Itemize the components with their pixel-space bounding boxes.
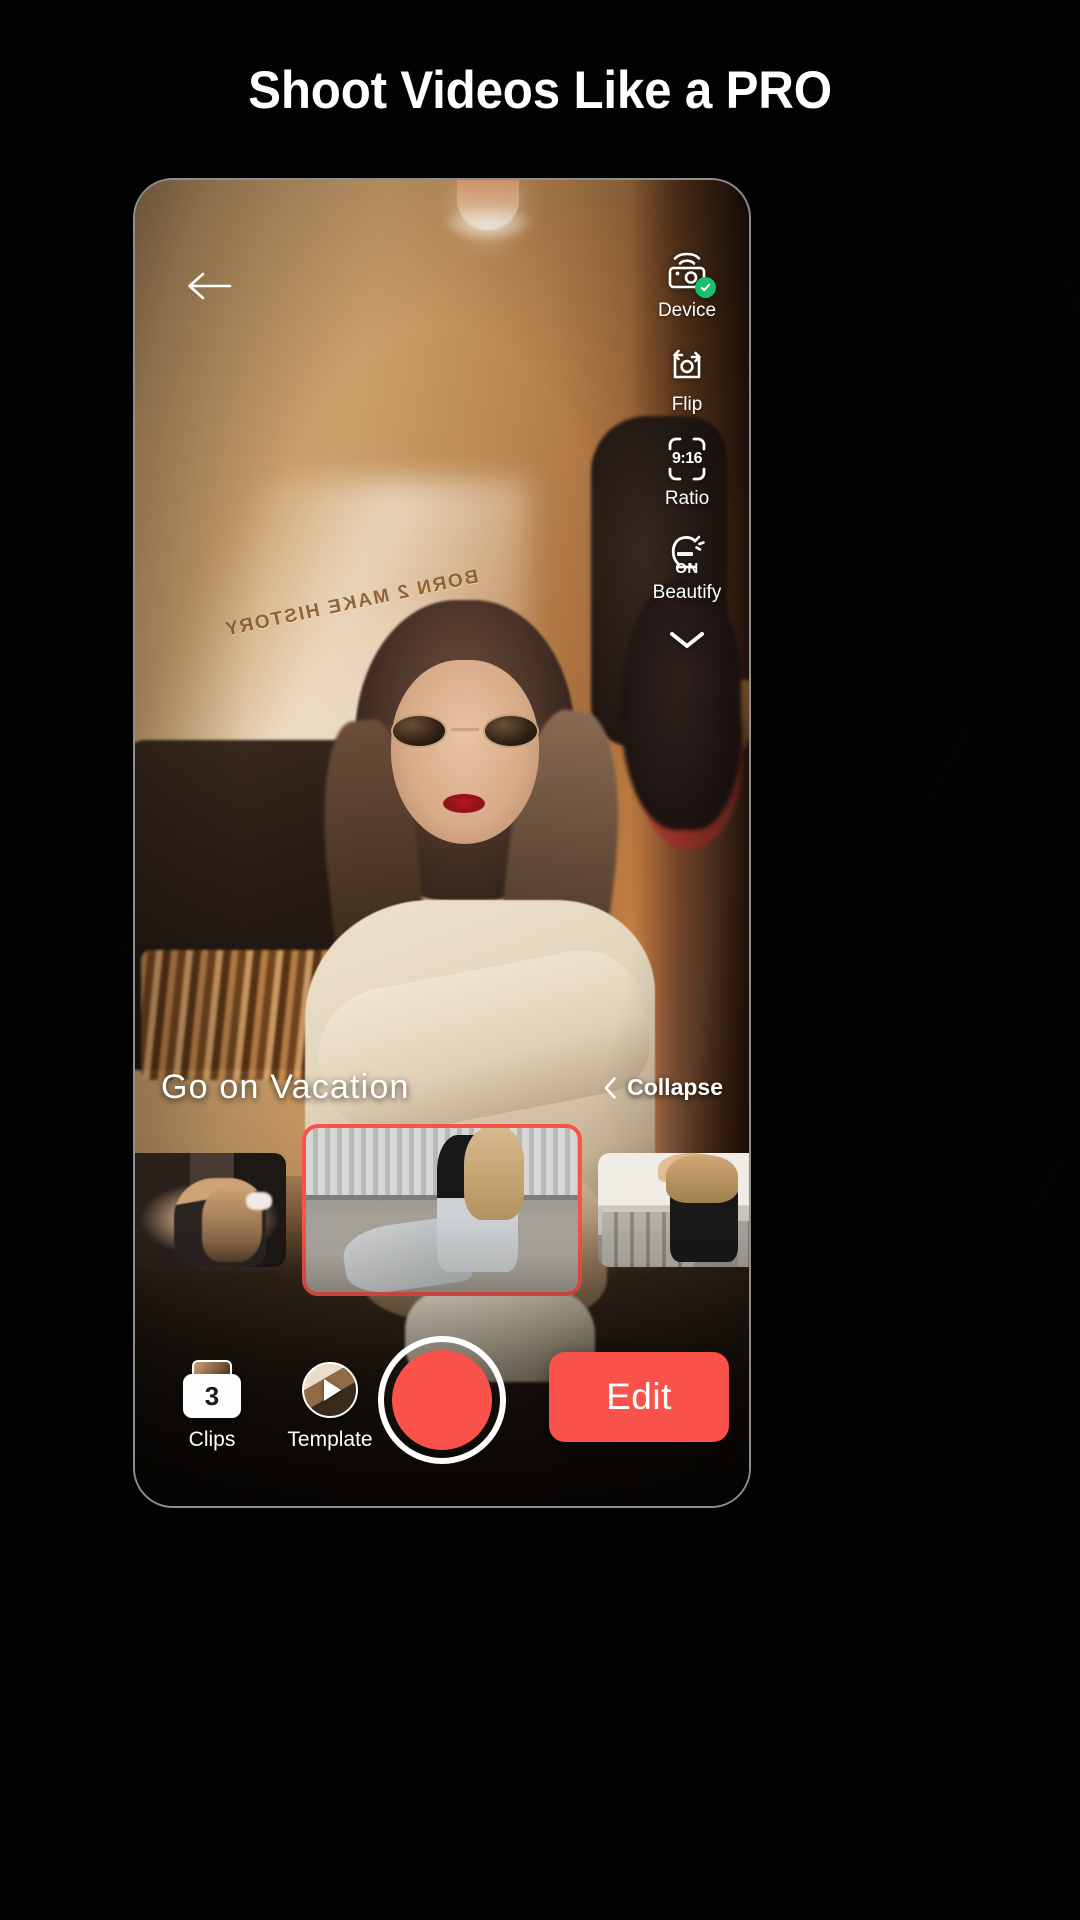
clip-thumbnail-2[interactable] xyxy=(302,1124,582,1296)
rail-collapse-button[interactable] xyxy=(657,620,717,660)
clip-carousel[interactable] xyxy=(135,1120,749,1300)
rail-label-ratio: Ratio xyxy=(664,488,710,509)
phone-screen: BORN 2 MAKE HISTORY Device Flip 9:16 Rat… xyxy=(135,180,749,1506)
rail-item-beautify[interactable]: ON Beautify xyxy=(631,530,743,602)
rail-item-flip[interactable]: Flip xyxy=(631,342,743,414)
check-badge-icon xyxy=(695,277,716,298)
chevron-left-icon xyxy=(604,1076,616,1099)
camera-device-icon xyxy=(664,248,716,298)
beautify-face-icon: ON xyxy=(664,530,710,577)
thumbnail-hair xyxy=(463,1128,524,1220)
template-title: Go on Vacation xyxy=(161,1068,410,1106)
page-title: Shoot Videos Like a PRO xyxy=(248,61,832,120)
subject-sunglasses xyxy=(389,714,541,748)
back-arrow-icon xyxy=(188,272,232,300)
screenshot-root: Shoot Videos Like a PRO BORN 2 MAKE HIST… xyxy=(0,0,1080,1920)
collapse-button[interactable]: Collapse xyxy=(603,1074,723,1101)
clips-front-card: 3 xyxy=(183,1374,241,1418)
edit-button-label: Edit xyxy=(606,1376,672,1417)
rail-label-device: Device xyxy=(657,300,717,321)
thumbnail-highlight xyxy=(246,1191,272,1210)
preview-lamp-glow xyxy=(445,206,531,240)
camera-tool-rail: Device Flip 9:16 Ratio ON Beautify xyxy=(631,248,743,660)
camera-bottom-bar: 3 Clips Template Edit xyxy=(135,1300,749,1470)
ratio-value: 9:16 xyxy=(671,450,703,467)
background-streak xyxy=(927,985,1080,1377)
clip-thumbnail-1[interactable] xyxy=(135,1153,286,1267)
thumbnail-hair xyxy=(666,1155,738,1204)
template-label: Template xyxy=(287,1428,373,1451)
template-header: Go on Vacation Collapse xyxy=(135,1068,749,1107)
template-play-icon xyxy=(302,1362,358,1418)
sunglass-lens xyxy=(483,714,539,748)
rail-item-ratio[interactable]: 9:16 Ratio xyxy=(631,436,743,508)
clips-button[interactable]: 3 Clips xyxy=(157,1360,267,1452)
collapse-label: Collapse xyxy=(627,1074,723,1100)
background-streak xyxy=(803,486,1080,1036)
template-button[interactable]: Template xyxy=(275,1362,385,1452)
background-streak xyxy=(960,85,1080,758)
rail-label-flip: Flip xyxy=(671,394,703,415)
aspect-ratio-icon: 9:16 xyxy=(664,436,710,482)
camera-flip-icon xyxy=(664,342,710,388)
subject-lips xyxy=(443,794,485,813)
sunglass-bridge xyxy=(451,728,479,731)
beautify-state-value: ON xyxy=(675,560,699,577)
rail-item-device[interactable]: Device xyxy=(631,248,743,320)
play-triangle-icon xyxy=(324,1379,341,1401)
clips-stack-icon: 3 xyxy=(183,1360,241,1418)
chevron-down-icon xyxy=(670,632,704,648)
clips-label: Clips xyxy=(188,1428,236,1451)
clips-count: 3 xyxy=(204,1381,220,1411)
sunglass-lens xyxy=(391,714,447,748)
record-circle-icon xyxy=(392,1350,492,1450)
phone-mockup: BORN 2 MAKE HISTORY Device Flip 9:16 Rat… xyxy=(133,178,751,1508)
subject-face xyxy=(391,660,539,844)
back-button[interactable] xyxy=(177,254,241,318)
thumbnail-building xyxy=(738,1221,749,1267)
edit-button[interactable]: Edit xyxy=(549,1352,729,1442)
record-button[interactable] xyxy=(378,1336,506,1464)
rail-label-beautify: Beautify xyxy=(652,582,722,603)
clip-thumbnail-3[interactable] xyxy=(598,1153,749,1267)
